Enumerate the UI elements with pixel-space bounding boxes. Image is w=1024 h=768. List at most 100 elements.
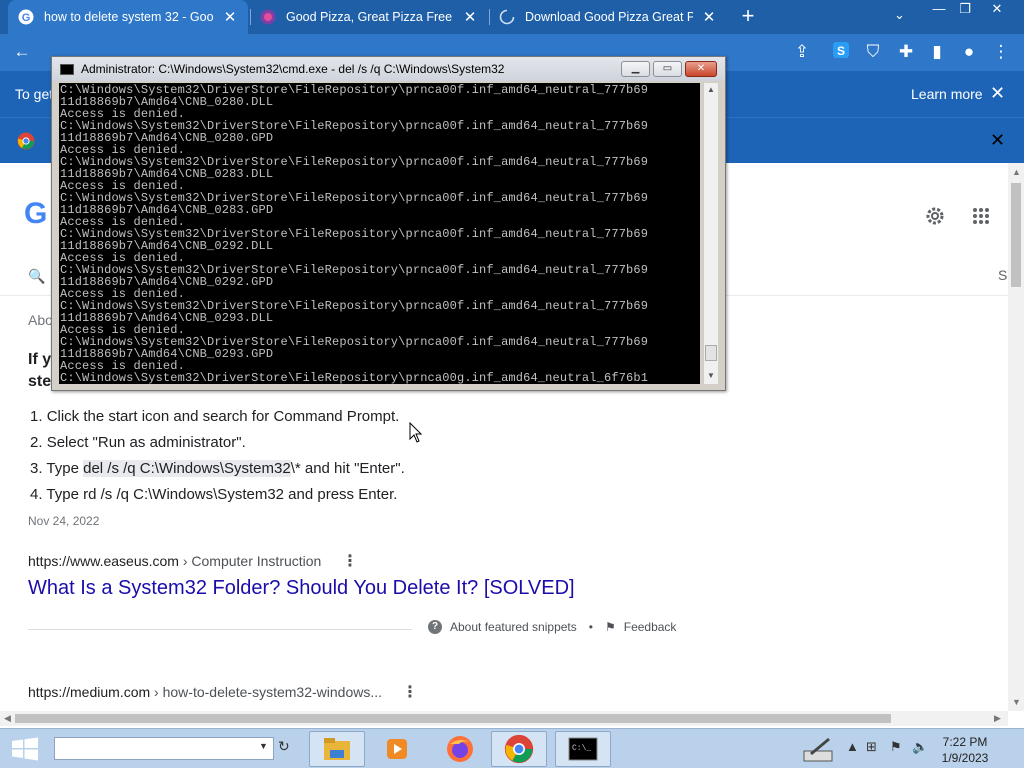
kebab-menu-icon[interactable]: ⋮ (990, 42, 1012, 62)
refresh-icon[interactable]: ↻ (278, 738, 296, 758)
clock-time: 7:22 PM (942, 735, 988, 749)
featured-snippet-footer: ? About featured snippets • ⚑ Feedback (428, 620, 676, 634)
result-breadcrumb: › Computer Instruction (178, 553, 322, 569)
info-bar-close-icon[interactable]: ✕ (990, 83, 1005, 104)
tab-google-search[interactable]: G how to delete system 32 - Google ✕ (8, 0, 248, 34)
taskbar-cmd[interactable]: C:\_ (555, 731, 611, 767)
highlighted-command: del /s /q C:\Windows\System32 (83, 460, 291, 477)
svg-text:C:\_: C:\_ (572, 744, 591, 753)
loading-icon (499, 9, 515, 25)
maximize-button[interactable]: ❐ (948, 0, 982, 20)
cmd-scrollbar-thumb[interactable] (705, 345, 717, 361)
partial-tab-label[interactable]: S (998, 267, 1007, 283)
list-item: 4. Type rd /s /q C:\Windows\System32 and… (30, 482, 405, 508)
cmd-title-bar[interactable]: Administrator: C:\Windows\System32\cmd.e… (52, 57, 725, 81)
share-icon[interactable]: ⇪ (791, 42, 813, 62)
window-close-button[interactable]: ✕ (980, 0, 1014, 20)
help-circle-icon: ? (428, 620, 442, 634)
step-text: Select "Run as administrator". (46, 434, 246, 451)
taskbar-firefox[interactable] (432, 731, 488, 767)
page-horizontal-scrollbar[interactable]: ◀ ▶ (0, 711, 1008, 726)
tab-download-pizza[interactable]: Download Good Pizza Great Pizz ✕ (489, 0, 727, 34)
windows-start-icon[interactable] (10, 737, 40, 761)
step-text: Type (46, 460, 84, 477)
page-vertical-scrollbar[interactable]: ▲ ▼ (1008, 163, 1024, 711)
cmd-app-icon (60, 64, 74, 75)
volume-icon[interactable]: 🔈 (912, 739, 928, 755)
action-center-flag-icon[interactable]: ⚑ (890, 739, 902, 755)
tab-good-pizza[interactable]: Good Pizza, Great Pizza Free Dow ✕ (250, 0, 488, 34)
chrome-icon (504, 734, 534, 764)
list-item: 2. Select "Run as administrator". (30, 430, 405, 456)
scroll-down-icon[interactable]: ▼ (1012, 697, 1021, 707)
extension-shield-icon[interactable]: ⛉ (862, 42, 884, 62)
google-logo-icon[interactable]: G (24, 197, 47, 231)
feedback-flag-icon: ⚑ (604, 620, 616, 634)
cmd-scroll-up-icon[interactable]: ▲ (707, 85, 715, 94)
taskbar-file-explorer[interactable] (309, 731, 365, 767)
result-cite[interactable]: https://www.easeus.com › Computer Instru… (28, 553, 321, 569)
cmd-scroll-down-icon[interactable]: ▼ (707, 371, 715, 380)
divider (28, 629, 412, 630)
cmd-output: C:\Windows\System32\DriverStore\FileRepo… (59, 83, 700, 384)
taskbar-search-box[interactable]: ▼ (54, 737, 274, 760)
result-more-icon[interactable]: ⋮ (342, 551, 358, 571)
file-explorer-icon (324, 738, 350, 760)
snippet-heading: If y ste (28, 349, 51, 393)
result-domain: https://medium.com (28, 684, 151, 700)
result-title-link[interactable]: What Is a System32 Folder? Should You De… (28, 577, 575, 600)
cmd-scrollbar[interactable]: ▲ ▼ (703, 83, 718, 384)
windows-taskbar: ▼ ↻ C:\_ ▲ ⊞ ⚑ 🔈 7:22 PM 1/9/2023 (0, 728, 1024, 768)
cmd-console[interactable]: C:\Windows\System32\DriverStore\FileRepo… (59, 83, 700, 384)
back-arrow-icon[interactable]: ← (11, 42, 33, 62)
cmd-maximize-button[interactable]: ▭ (653, 61, 682, 77)
new-tab-button[interactable]: + (736, 4, 760, 28)
network-icon[interactable]: ⊞ (866, 739, 877, 755)
pizza-icon (260, 9, 276, 25)
result-more-icon[interactable]: ⋮ (402, 682, 418, 702)
scrollbar-thumb[interactable] (15, 714, 891, 723)
result-breadcrumb: › how-to-delete-system32-windows... (150, 684, 383, 700)
learn-more-link[interactable]: Learn more (911, 86, 983, 102)
info-bar-text: To get (15, 86, 54, 102)
snippet-heading-line1: If y (28, 351, 52, 368)
puzzle-extensions-icon[interactable]: ✚ (895, 42, 917, 62)
steps-list: 1. Click the start icon and search for C… (30, 404, 405, 508)
side-panel-icon[interactable]: ▮ (926, 42, 948, 62)
step-text: Type rd /s /q C:\Windows\System32 and pr… (46, 486, 398, 503)
show-hidden-icons-icon[interactable]: ▲ (846, 739, 859, 754)
profile-avatar-icon[interactable]: ● (958, 42, 980, 62)
settings-gear-icon[interactable] (924, 205, 946, 227)
taskbar-media-player[interactable] (369, 731, 425, 767)
cmd-window-title: Administrator: C:\Windows\System32\cmd.e… (81, 62, 505, 76)
pen-tablet-icon[interactable] (802, 735, 834, 763)
cmd-icon: C:\_ (568, 737, 598, 761)
search-tab-icon[interactable]: 🔍 (28, 268, 45, 285)
tab-search-chevron-icon[interactable]: ⌄ (894, 7, 905, 23)
taskbar-chrome[interactable] (491, 731, 547, 767)
dropdown-caret-icon[interactable]: ▼ (259, 741, 268, 751)
scroll-up-icon[interactable]: ▲ (1012, 167, 1021, 177)
scroll-left-icon[interactable]: ◀ (4, 713, 11, 724)
result-cite[interactable]: https://medium.com › how-to-delete-syste… (28, 684, 382, 700)
cmd-window[interactable]: Administrator: C:\Windows\System32\cmd.e… (51, 56, 726, 391)
cmd-close-button[interactable]: ✕ (685, 61, 717, 77)
apps-grid-icon[interactable] (972, 207, 990, 225)
media-player-icon (387, 739, 407, 759)
tab-close-icon[interactable]: ✕ (222, 8, 238, 26)
system-clock[interactable]: 7:22 PM 1/9/2023 (935, 734, 995, 766)
mouse-cursor-icon (409, 422, 423, 443)
results-about-text: Abo (28, 312, 53, 328)
scroll-right-icon[interactable]: ▶ (994, 713, 1001, 724)
tab-close-icon[interactable]: ✕ (701, 8, 717, 26)
result-domain: https://www.easeus.com (28, 553, 179, 569)
scrollbar-thumb[interactable] (1011, 183, 1021, 287)
tab-close-icon[interactable]: ✕ (462, 8, 478, 26)
about-featured-snippets-link[interactable]: About featured snippets (450, 620, 577, 634)
step-number: 3. (30, 460, 43, 477)
bullet-separator: • (588, 620, 593, 634)
banner-close-icon[interactable]: ✕ (990, 130, 1005, 151)
extension-s-icon[interactable]: S (830, 40, 852, 65)
feedback-link[interactable]: Feedback (624, 620, 677, 634)
cmd-minimize-button[interactable]: ▁ (621, 61, 650, 77)
